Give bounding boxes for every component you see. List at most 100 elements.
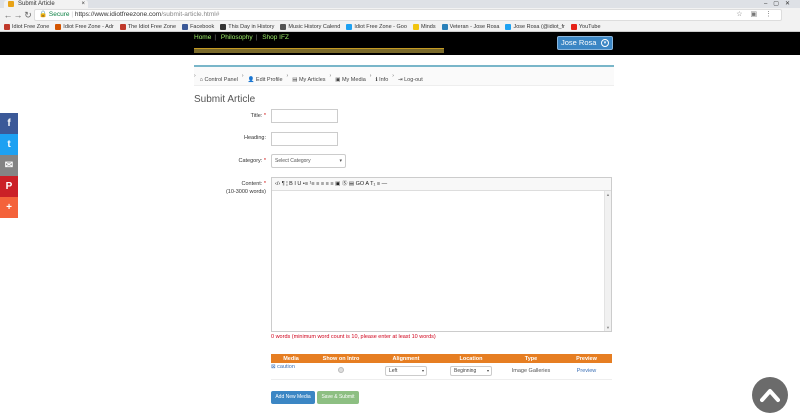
- scroll-up-icon[interactable]: ▲: [606, 192, 610, 197]
- twitter-icon[interactable]: t: [0, 134, 18, 155]
- col-alignment: Alignment: [371, 354, 441, 363]
- browser-tab-strip: Submit Article × –▢✕: [0, 0, 800, 8]
- col-location: Location: [441, 354, 501, 363]
- bookmark-favicon-icon: [220, 23, 227, 30]
- bookmark-item[interactable]: Facebook: [182, 23, 215, 30]
- cp-nav-info[interactable]: ›ℹ Info: [370, 67, 388, 90]
- bookmark-item[interactable]: Jose Rosa (@idiot_fr: [505, 23, 565, 30]
- bookmark-item[interactable]: This Day in History: [220, 23, 274, 30]
- bookmark-label: YouTube: [578, 23, 601, 30]
- cp-nav-label: Control Panel: [204, 77, 238, 83]
- bookmark-label: Idiot Free Zone: [12, 23, 50, 30]
- editor-scrollbar[interactable]: ▲ ▼: [604, 191, 611, 331]
- delete-media-icon[interactable]: ⊠: [271, 364, 276, 370]
- content-label: Content: *: [241, 181, 266, 187]
- nav-home[interactable]: Home: [194, 34, 211, 41]
- heading-input[interactable]: [271, 132, 338, 146]
- secure-label: Secure: [48, 11, 70, 18]
- type-cell: Image Galleries: [501, 363, 561, 380]
- nav-philosophy[interactable]: Philosophy: [221, 34, 253, 41]
- nav-shop[interactable]: Shop IFZ: [262, 34, 289, 41]
- save-submit-button[interactable]: Save & Submit: [317, 391, 359, 404]
- bookmark-item[interactable]: The Idiot Free Zone: [119, 23, 176, 30]
- cp-nav-control-panel[interactable]: ›⌂ Control Panel: [194, 67, 238, 90]
- bookmark-favicon-icon: [119, 23, 126, 30]
- bookmark-favicon-icon: [441, 23, 448, 30]
- caret-down-icon: ▾: [339, 158, 342, 164]
- star-icon[interactable]: ☆ ▣ ⋮: [736, 10, 775, 20]
- bookmark-label: Idiot Free Zone - Adr: [63, 23, 114, 30]
- bookmark-label: Facebook: [190, 23, 215, 30]
- media-name: caution: [277, 364, 295, 370]
- cp-nav-label: My Media: [341, 77, 366, 83]
- tab-title: Submit Article: [18, 1, 55, 7]
- close-tab-icon[interactable]: ×: [81, 0, 85, 8]
- cp-nav-log-out[interactable]: ›⇥ Log-out: [392, 67, 422, 90]
- cp-nav-edit-profile[interactable]: ›👤 Edit Profile: [242, 67, 283, 90]
- page-title: Submit Article: [194, 94, 256, 105]
- window-controls[interactable]: –▢✕: [764, 0, 796, 8]
- more-share-icon[interactable]: +: [0, 197, 18, 218]
- bookmarks-bar: Idiot Free Zone Idiot Free Zone - Adr The …: [0, 22, 800, 32]
- bookmark-label: Jose Rosa (@idiot_fr: [513, 23, 565, 30]
- secure-lock-icon: 🔒: [39, 11, 48, 18]
- reload-icon[interactable]: ↻: [22, 9, 34, 21]
- table-row: ⊠ caution Left ▾ Beginning ▾ Image Galleri…: [271, 363, 612, 380]
- content-editor[interactable]: ‹/› ¶ ¦ B I U •≡ ¹≡ ≡ ≡ ≡ ≡ ▣ Ⓢ ▤ GO A T…: [271, 177, 612, 332]
- chevron-right-icon: ›: [241, 73, 244, 79]
- bookmark-favicon-icon: [4, 23, 10, 30]
- media-cell[interactable]: ⊠ caution: [271, 363, 311, 380]
- bookmark-item[interactable]: Music History Calend: [280, 23, 341, 30]
- location-select[interactable]: Beginning ▾: [450, 365, 492, 376]
- user-menu-button[interactable]: Jose Rosa ▾: [557, 36, 613, 50]
- pinterest-icon[interactable]: P: [0, 176, 18, 197]
- bookmark-item[interactable]: Minds: [412, 23, 436, 30]
- caret-down-icon: ▾: [421, 367, 424, 373]
- chevron-right-icon: ›: [369, 73, 372, 79]
- browser-tab[interactable]: Submit Article ×: [4, 0, 88, 8]
- scroll-down-icon[interactable]: ▼: [606, 325, 610, 330]
- category-select[interactable]: Select Category ▾: [271, 154, 346, 168]
- heading-label: Heading:: [243, 135, 266, 141]
- top-nav: Home | Philosophy | Shop IFZ: [194, 34, 289, 41]
- show-intro-cell: [311, 363, 371, 380]
- chevron-right-icon: ›: [392, 73, 394, 79]
- user-name: Jose Rosa: [561, 38, 597, 47]
- facebook-icon[interactable]: f: [0, 113, 18, 134]
- email-icon[interactable]: ✉: [0, 155, 18, 176]
- url-host: https://www.idiotfreezone.com: [74, 11, 162, 18]
- add-new-media-button[interactable]: Add New Media: [271, 391, 315, 404]
- address-bar[interactable]: 🔒 Secure | https://www.idiotfreezone.com…: [34, 9, 782, 21]
- preview-link[interactable]: Preview: [577, 368, 597, 374]
- cp-nav-label: Log-out: [404, 77, 423, 83]
- word-count-message: 0 words (minimum word count is 10, pleas…: [271, 334, 436, 340]
- bookmark-label: Idiot Free Zone - Goo: [354, 23, 407, 30]
- caret-down-icon: ▾: [486, 367, 489, 373]
- my-articles-icon: ▤: [292, 77, 299, 83]
- bookmark-favicon-icon: [55, 23, 62, 30]
- edit-profile-icon: 👤: [247, 77, 256, 83]
- bookmark-label: Music History Calend: [288, 23, 341, 30]
- bookmark-item[interactable]: Veteran - Jose Rosa: [441, 23, 499, 30]
- scroll-to-top-button[interactable]: [752, 377, 788, 413]
- alignment-cell: Left ▾: [371, 363, 441, 380]
- title-label: Title: *: [250, 113, 266, 119]
- social-share-bar: f t ✉ P +: [0, 113, 18, 218]
- title-input[interactable]: [271, 109, 338, 123]
- cp-nav-my-articles[interactable]: ›▤ My Articles: [287, 67, 326, 90]
- bookmark-item[interactable]: Idiot Free Zone - Adr: [55, 23, 114, 30]
- favicon-icon: [8, 1, 14, 7]
- bookmark-item[interactable]: Idiot Free Zone - Goo: [346, 23, 407, 30]
- bookmark-item[interactable]: YouTube: [570, 23, 601, 30]
- show-intro-radio[interactable]: [338, 366, 344, 373]
- cp-nav-label: My Articles: [298, 77, 326, 83]
- cp-nav-my-media[interactable]: ›▣ My Media: [330, 67, 366, 90]
- cp-nav-label: Info: [379, 77, 389, 83]
- alignment-select[interactable]: Left ▾: [385, 365, 427, 376]
- media-table-header: Media Show on Intro Alignment Location T…: [271, 354, 612, 363]
- category-label: Category: *: [238, 158, 266, 164]
- editor-toolbar[interactable]: ‹/› ¶ ¦ B I U •≡ ¹≡ ≡ ≡ ≡ ≡ ▣ Ⓢ ▤ GO A T…: [272, 178, 611, 191]
- col-type: Type: [501, 354, 561, 363]
- bookmark-item[interactable]: Idiot Free Zone: [4, 23, 50, 30]
- col-media: Media: [271, 354, 311, 363]
